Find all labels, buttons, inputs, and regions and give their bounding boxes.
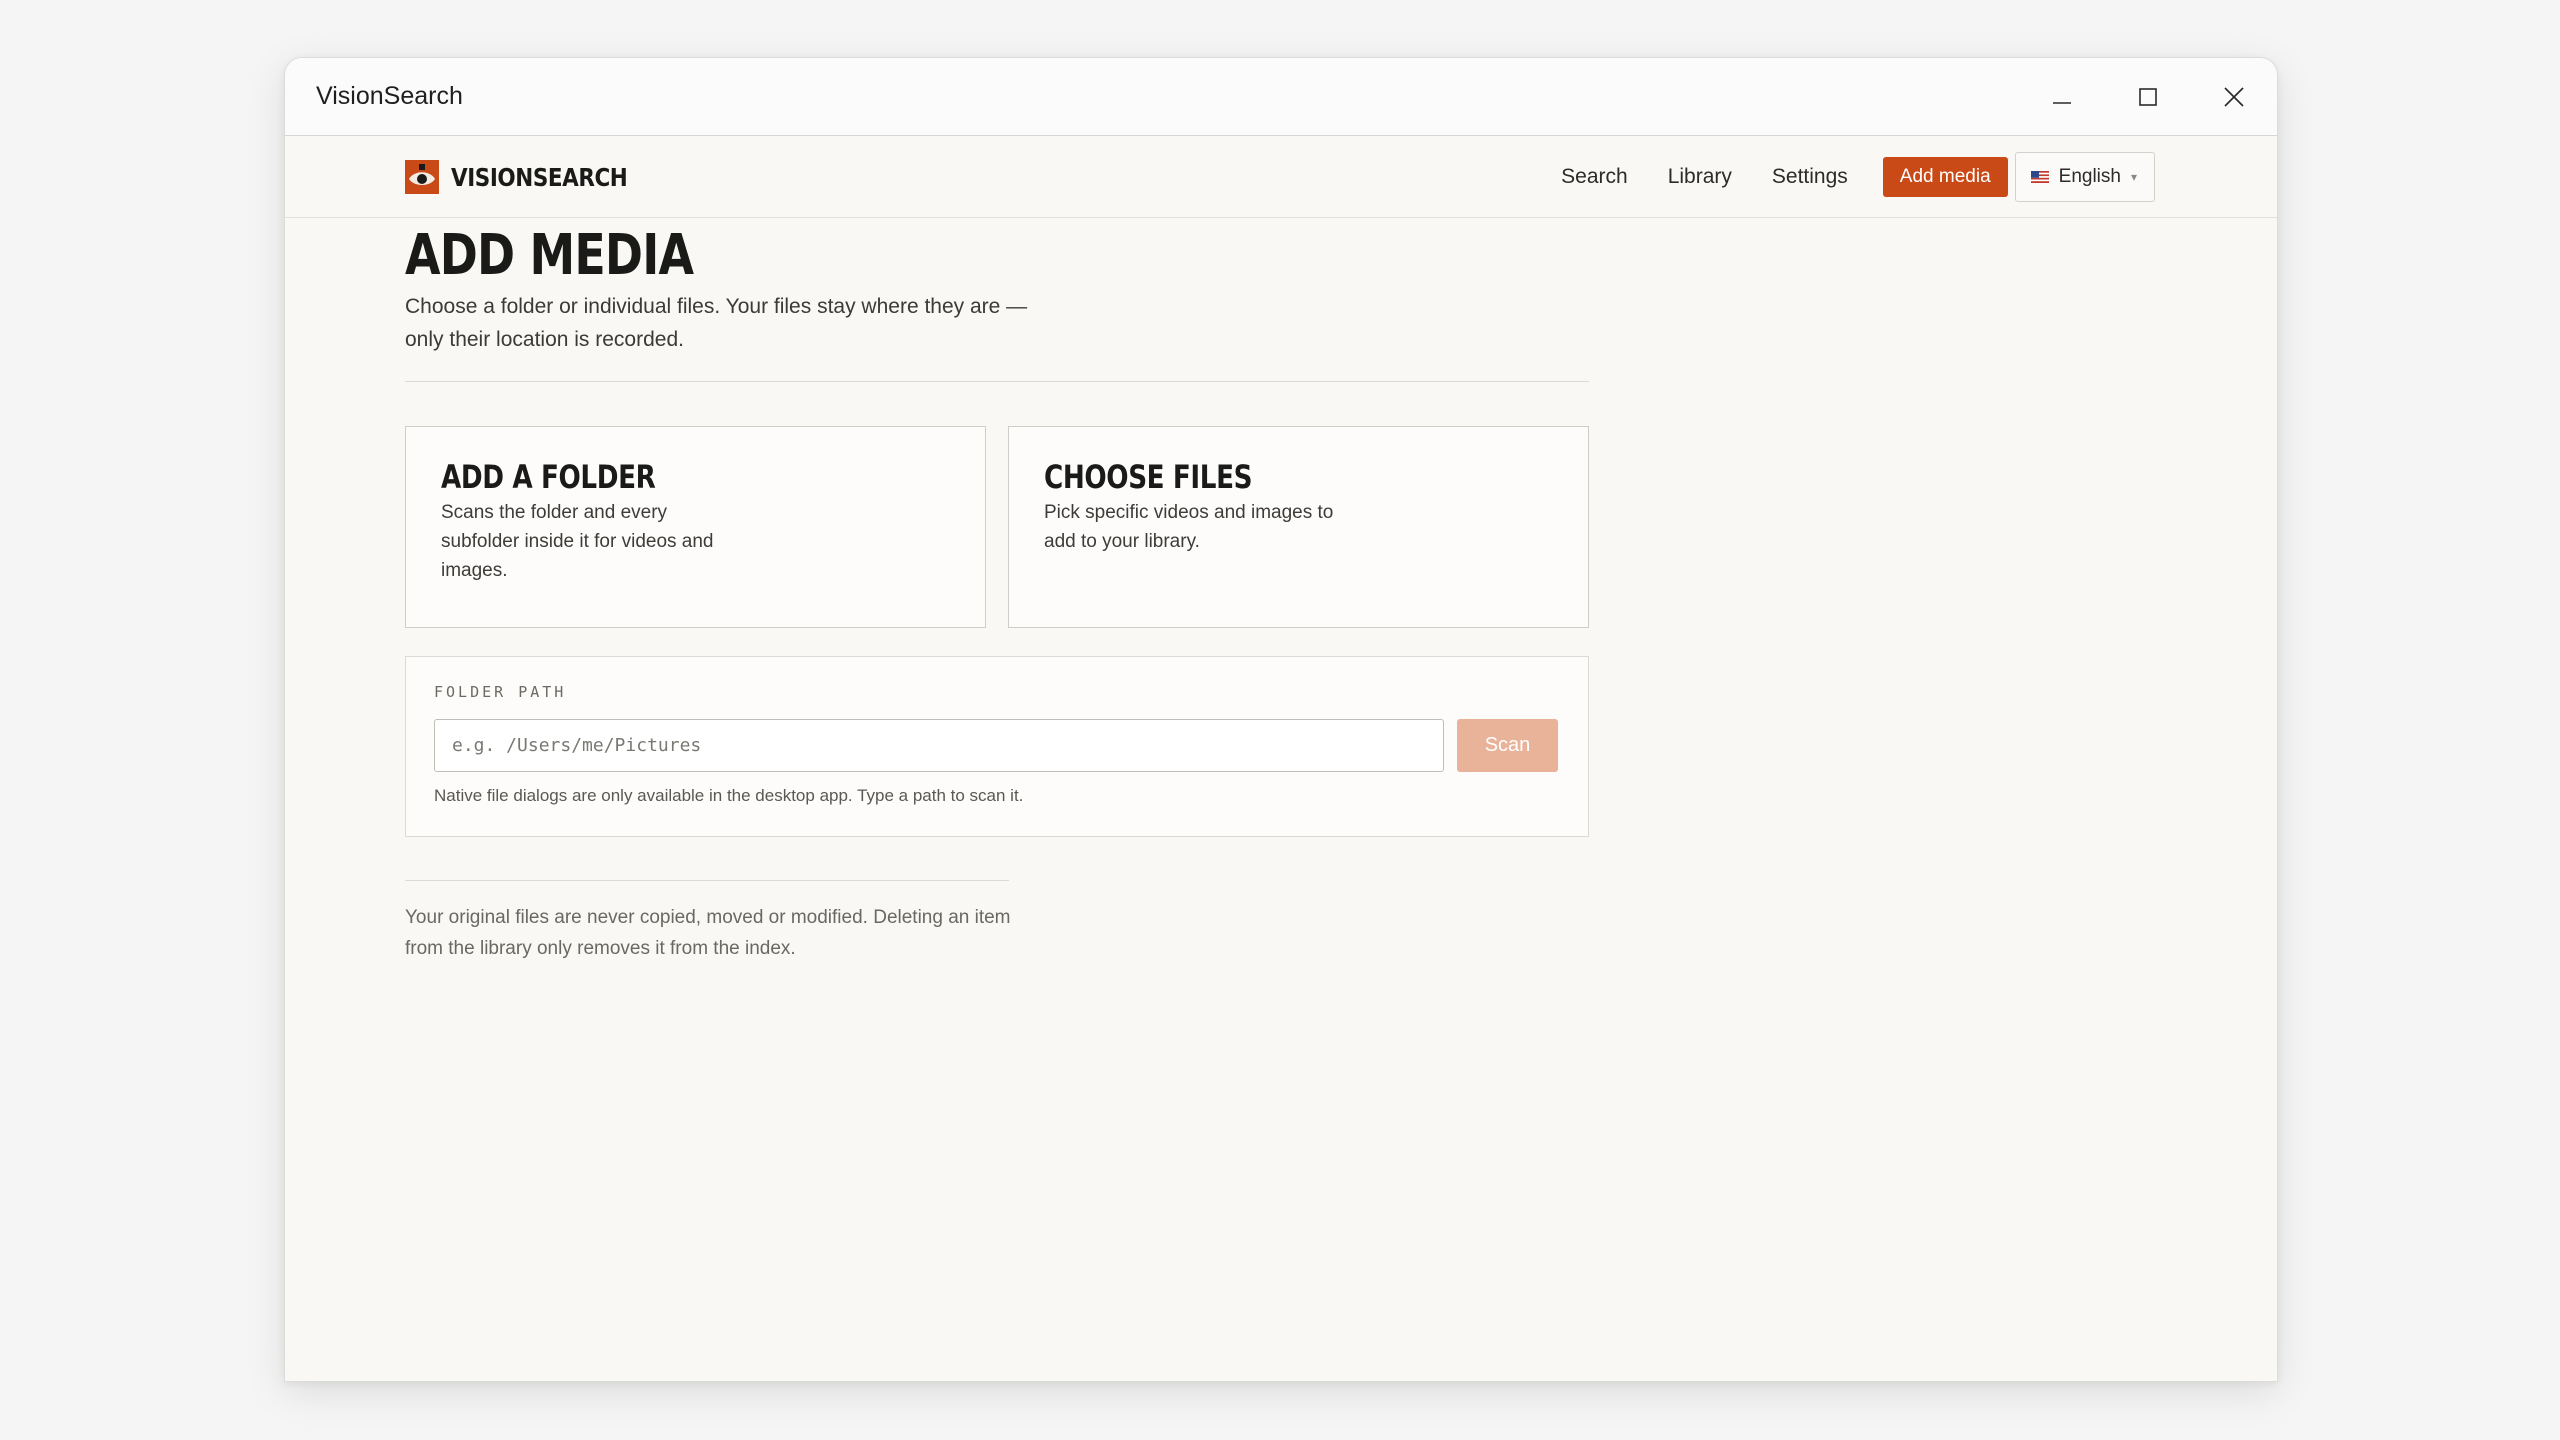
language-select[interactable]: English ▾ (2014, 152, 2155, 202)
card-description: Scans the folder and every subfolder ins… (441, 502, 714, 581)
maximize-button[interactable] (2105, 58, 2191, 136)
chevron-down-icon: ▾ (2130, 170, 2137, 184)
close-button[interactable] (2191, 58, 2277, 136)
minimize-icon (2053, 102, 2071, 104)
section-divider (405, 381, 1589, 382)
nav-link-settings[interactable]: Settings (1772, 165, 1848, 189)
scan-button[interactable]: Scan (1457, 719, 1558, 772)
title-bar: VisionSearch (285, 58, 2277, 136)
top-navigation: VISIONSEARCH Search Library Settings Add… (285, 136, 2277, 218)
window-title: VisionSearch (316, 82, 463, 110)
close-icon (2224, 87, 2244, 107)
folder-path-label: FOLDER PATH (434, 683, 567, 701)
language-label: English (2058, 166, 2121, 187)
minimize-button[interactable] (2019, 58, 2105, 136)
folder-path-row: Scan (434, 719, 1560, 772)
add-media-button[interactable]: Add media (1882, 157, 2008, 197)
card-description: Pick specific videos and images to add t… (1044, 502, 1334, 552)
main-content: ADD MEDIA Choose a folder or individual … (405, 218, 1589, 964)
brand[interactable]: VISIONSEARCH (405, 136, 656, 218)
maximize-icon (2139, 88, 2157, 106)
folder-path-hint: Native file dialogs are only available i… (434, 786, 1024, 805)
window-controls (2019, 58, 2277, 136)
folder-path-panel: FOLDER PATH Scan Native file dialogs are… (405, 656, 1589, 837)
nav-link-search[interactable]: Search (1561, 165, 1628, 189)
choose-files-card[interactable]: CHOOSE FILES Pick specific videos and im… (1008, 426, 1589, 628)
page-subtitle: Choose a folder or individual files. You… (405, 295, 1028, 351)
brand-name: VISIONSEARCH (451, 162, 628, 192)
footer-divider (405, 880, 1009, 881)
page-title: ADD MEDIA (405, 223, 694, 288)
card-title: CHOOSE FILES (1044, 458, 1253, 496)
source-options: ADD A FOLDER Scans the folder and every … (405, 426, 1589, 628)
footer-note: Your original files are never copied, mo… (405, 907, 1011, 959)
nav-link-library[interactable]: Library (1668, 165, 1732, 189)
add-folder-card[interactable]: ADD A FOLDER Scans the folder and every … (405, 426, 986, 628)
eye-logo-icon (405, 160, 439, 194)
app-window: VisionSearch VISIONSEARCH Search Library… (284, 57, 2278, 1382)
folder-path-input[interactable] (434, 719, 1444, 772)
card-title: ADD A FOLDER (441, 458, 656, 496)
us-flag-icon (2030, 171, 2049, 183)
nav-links: Search Library Settings Add media Englis… (1561, 136, 2155, 218)
